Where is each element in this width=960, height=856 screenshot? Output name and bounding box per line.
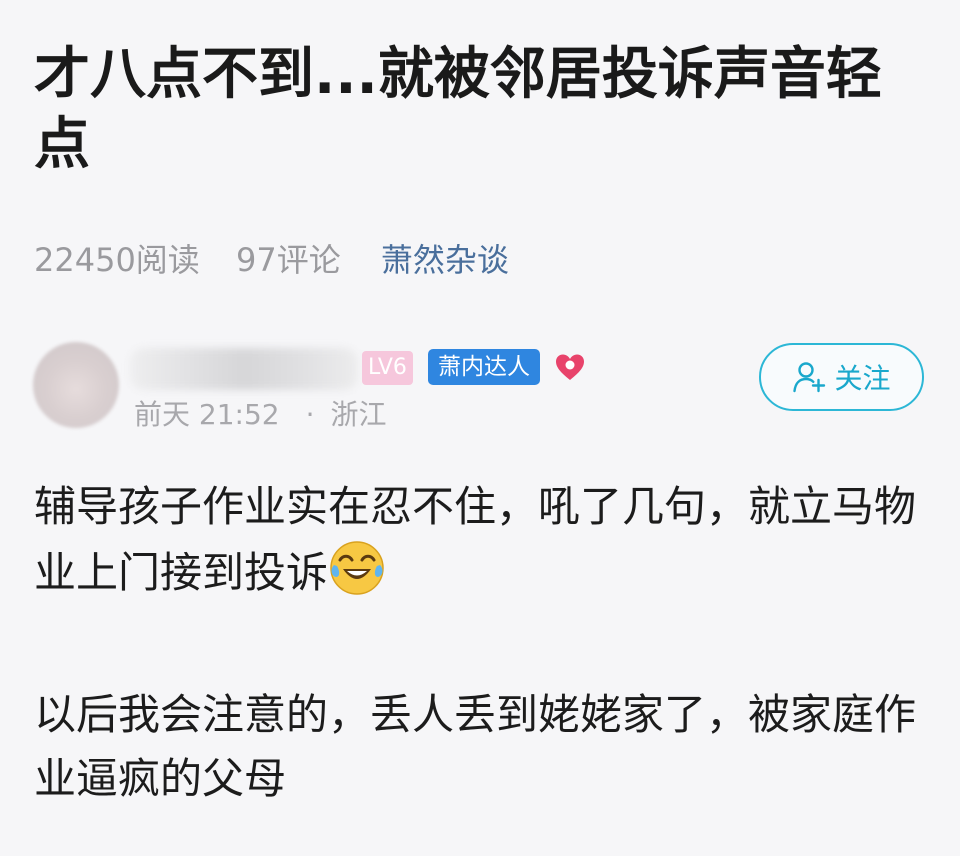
paragraph-1-text: 辅导孩子作业实在忍不住，吼了几句，就立马物业上门接到投诉 [34, 482, 917, 597]
post-time: 前天 21:52 [134, 398, 280, 431]
post-paragraph-2: 以后我会注意的，丢人丢到姥姥家了，被家庭作业逼疯的父母 [34, 690, 917, 803]
laugh-cry-emoji-icon [330, 541, 384, 595]
level-badge: LV6 [362, 351, 413, 385]
post-paragraph-1: 辅导孩子作业实在忍不住，吼了几句，就立马物业上门接到投诉 [34, 475, 934, 605]
read-count: 22450阅读 [34, 241, 200, 279]
heart-icon [556, 354, 584, 380]
avatar[interactable] [33, 342, 119, 428]
comment-count[interactable]: 97评论 [236, 238, 341, 282]
user-plus-icon [793, 362, 826, 393]
expert-badge: 萧内达人 [428, 349, 540, 385]
meta-separator: · [305, 398, 315, 431]
channel-link[interactable]: 萧然杂谈 [381, 238, 509, 282]
follow-label: 关注 [834, 362, 891, 395]
follow-button[interactable]: 关注 [759, 343, 924, 411]
username-redacted[interactable] [130, 348, 358, 390]
post-title: 才八点不到...就被邻居投诉声音轻点 [34, 42, 882, 177]
article-stats: 22450阅读 97评论 萧然杂谈 [34, 238, 509, 282]
post-location: 浙江 [330, 398, 387, 431]
post-meta: 前天 21:52 · 浙江 [134, 395, 387, 435]
